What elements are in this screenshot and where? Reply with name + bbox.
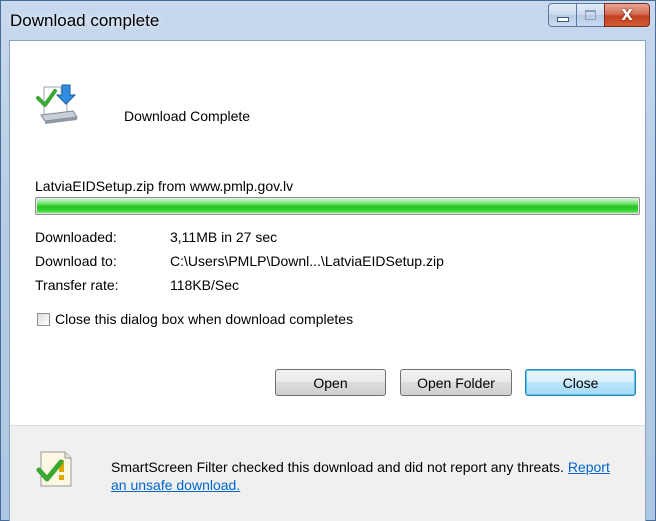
downloaded-value: 3,11MB in 27 sec [170, 229, 278, 245]
close-when-complete-option[interactable]: Close this dialog box when download comp… [37, 311, 353, 327]
download-progress-bar [35, 197, 640, 215]
close-when-complete-checkbox[interactable] [37, 312, 50, 326]
download-complete-icon [36, 84, 78, 124]
progress-fill [37, 199, 638, 213]
title-bar[interactable]: Download complete X [1, 1, 655, 41]
downloaded-label: Downloaded: [35, 229, 117, 245]
smartscreen-text: SmartScreen Filter checked this download… [111, 459, 564, 475]
caption-buttons: X [548, 3, 650, 27]
close-window-button[interactable]: X [604, 3, 650, 27]
smartscreen-message: SmartScreen Filter checked this download… [111, 458, 611, 494]
download-to-value: C:\Users\PMLP\Downl...\LatviaEIDSetup.zi… [170, 253, 444, 269]
transfer-rate-label: Transfer rate: [35, 277, 119, 293]
maximize-button [576, 3, 604, 27]
close-button[interactable]: Close [525, 369, 636, 396]
open-folder-button[interactable]: Open Folder [400, 369, 512, 396]
smartscreen-check-icon [36, 451, 72, 487]
close-icon: X [621, 5, 633, 24]
smartscreen-footer: SmartScreen Filter checked this download… [10, 426, 645, 521]
maximize-icon [585, 10, 596, 20]
file-source-line: LatviaEIDSetup.zip from www.pmlp.gov.lv [35, 178, 294, 194]
close-when-complete-label[interactable]: Close this dialog box when download comp… [55, 311, 353, 327]
dialog-body: Download Complete LatviaEIDSetup.zip fro… [9, 40, 646, 521]
header-text: Download Complete [124, 108, 251, 124]
window-title: Download complete [10, 11, 160, 30]
open-button[interactable]: Open [275, 369, 386, 396]
minimize-button[interactable] [548, 3, 576, 27]
minimize-icon [556, 16, 569, 22]
download-to-label: Download to: [35, 253, 117, 269]
transfer-rate-value: 118KB/Sec [170, 277, 240, 293]
